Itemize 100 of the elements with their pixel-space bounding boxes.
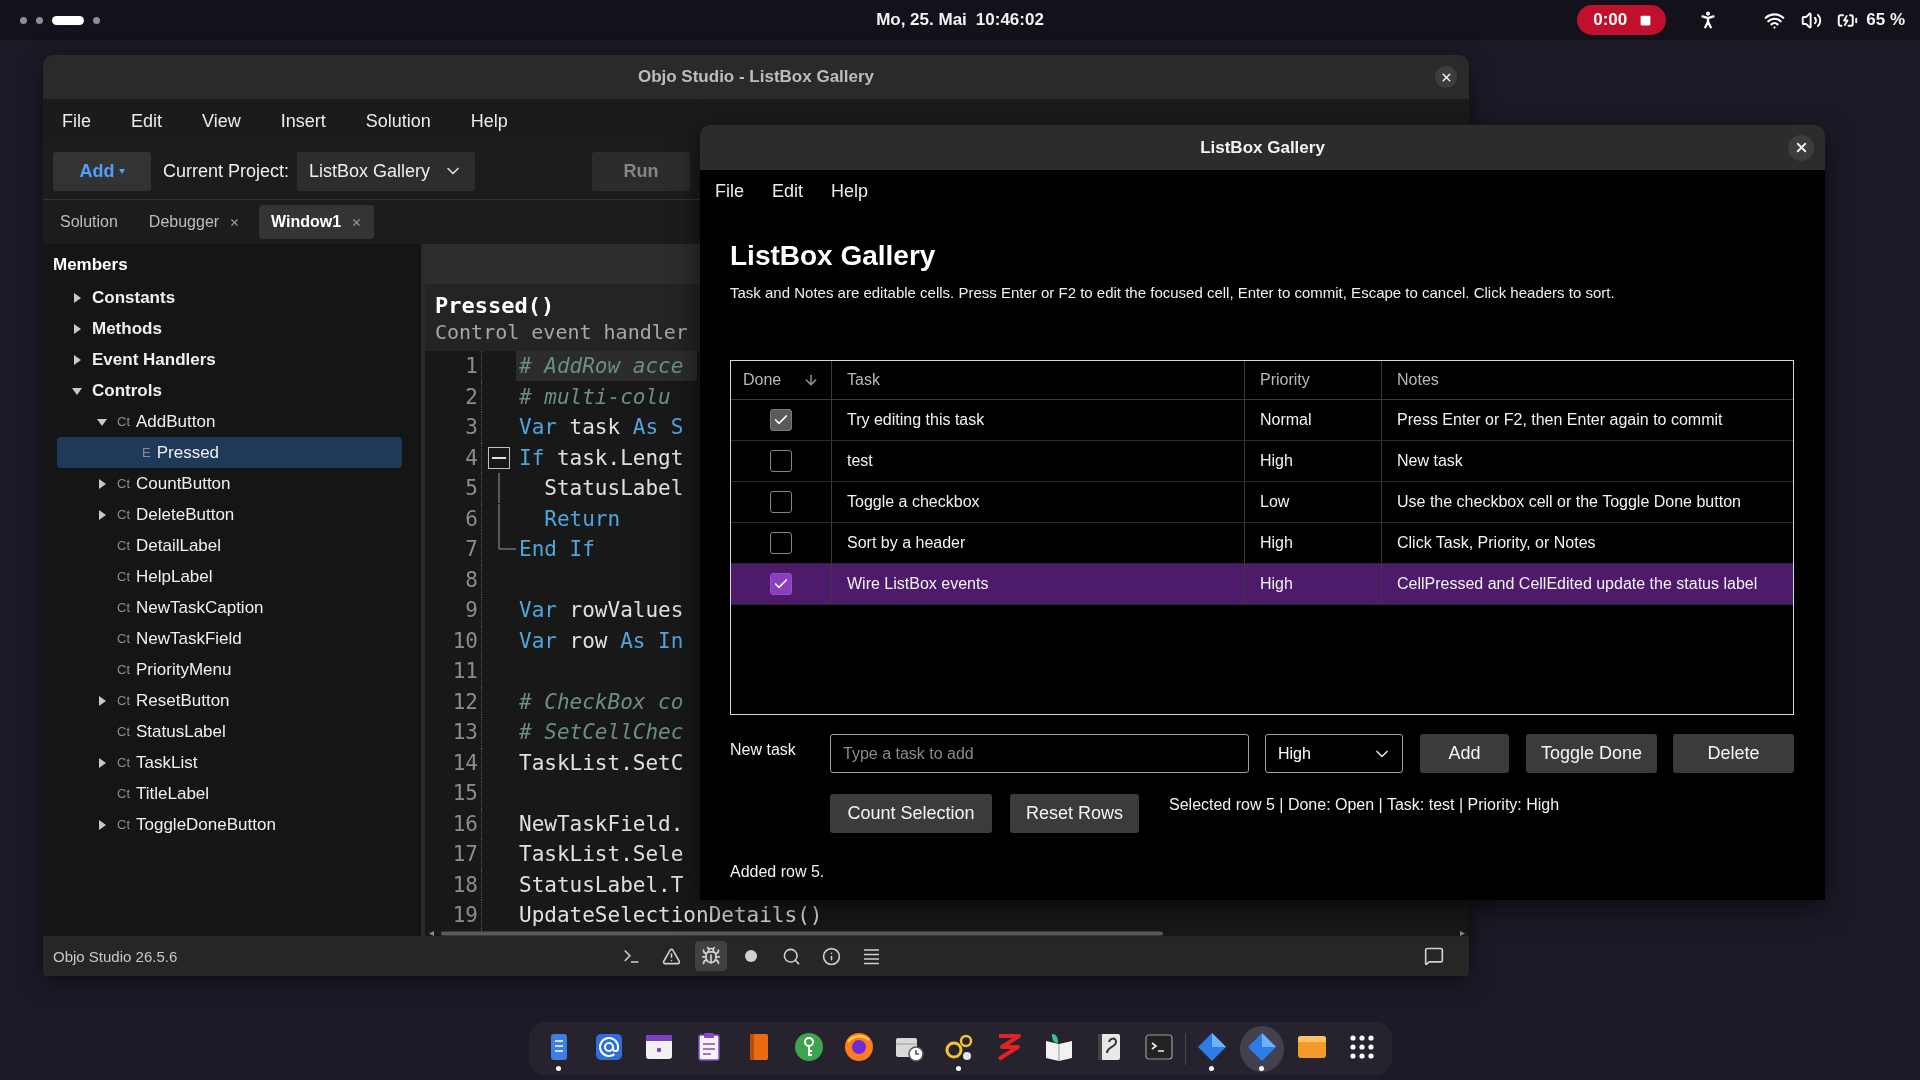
code-line: Var task As S (518, 414, 685, 442)
column-header[interactable]: Notes (1381, 361, 1793, 399)
tree-item-label: NewTaskCaption (136, 597, 264, 618)
close-icon[interactable] (351, 216, 363, 228)
close-icon[interactable] (229, 216, 241, 228)
tree-row[interactable]: Methods (57, 313, 402, 344)
code-line: UpdateSelectionDetails() (518, 902, 823, 930)
menu-item[interactable]: View (202, 110, 241, 132)
tree-row[interactable]: Ct ResetButton (57, 685, 402, 716)
editor-tab[interactable]: Solution (48, 205, 130, 239)
tree-row[interactable]: Ct CountButton (57, 468, 402, 499)
tree-row[interactable]: Ct NewTaskCaption (57, 592, 402, 623)
checkbox[interactable] (770, 573, 792, 595)
tree-row[interactable]: Controls (57, 375, 402, 406)
checkbox[interactable] (770, 491, 792, 513)
tree-item-label: TaskList (136, 752, 198, 773)
column-header[interactable]: Task (831, 361, 1244, 399)
page-heading: ListBox Gallery (730, 239, 937, 273)
caret-right-icon[interactable] (97, 819, 107, 830)
table-cell: Wire ListBox events (831, 564, 1244, 604)
caret-down-icon[interactable] (97, 416, 107, 427)
tree-row[interactable]: Ct StatusLabel (57, 716, 402, 747)
debugger-button[interactable] (695, 941, 727, 971)
status-text: Added row 5. (730, 862, 826, 882)
caret-right-icon[interactable] (72, 292, 82, 303)
caret-right-icon[interactable] (72, 354, 82, 365)
info-icon (821, 946, 841, 966)
recording-indicator[interactable]: 0:00 (1577, 5, 1667, 35)
workspace-indicator[interactable] (36, 16, 43, 24)
caret-right-icon[interactable] (97, 757, 107, 768)
time-text: 10:46:02 (975, 10, 1044, 30)
battery-percent: 65 % (1866, 10, 1905, 30)
editor-tab[interactable]: Window1 (259, 205, 375, 239)
fold-minus-icon[interactable] (488, 446, 510, 469)
action-button[interactable]: Reset Rows (1010, 794, 1139, 833)
new-task-input[interactable]: Type a task to add (830, 734, 1249, 773)
version-text: Objo Studio 26.5.6 (53, 947, 179, 965)
tree-item-label: Controls (92, 380, 162, 401)
table-cell: Sort by a header (831, 523, 1244, 563)
tree-row[interactable]: Ct AddButton (57, 406, 402, 437)
tree-row[interactable]: Ct PriorityMenu (57, 654, 402, 685)
checkbox[interactable] (770, 409, 792, 431)
menu-item[interactable]: File (715, 180, 744, 202)
tree-item-label: Event Handlers (92, 349, 216, 370)
caret-right-icon[interactable] (97, 695, 107, 706)
dock-app-button[interactable] (1239, 1025, 1284, 1072)
close-button[interactable] (1435, 66, 1457, 88)
caret-right-icon[interactable] (97, 509, 107, 520)
tree-row[interactable]: Constants (57, 282, 402, 313)
tree-row[interactable]: E Pressed (57, 437, 402, 468)
member-type-label: Ct (117, 755, 130, 770)
table-row[interactable]: Toggle a checkbox Low Use the checkbox cell or the Toggle Done button (731, 482, 1793, 523)
menu-item[interactable]: Help (470, 110, 508, 132)
menu-item[interactable]: Solution (365, 110, 431, 132)
action-button[interactable]: Count Selection (830, 794, 992, 833)
code-line: If task.Lengt (518, 444, 685, 472)
menu-item[interactable]: File (62, 110, 91, 132)
tree-row[interactable]: Ct ToggleDoneButton (57, 809, 402, 840)
column-header[interactable]: Done (731, 361, 831, 399)
tree-row[interactable]: Ct DetailLabel (57, 530, 402, 561)
tree-item-label: NewTaskField (136, 628, 242, 649)
workspace-indicator[interactable] (93, 16, 100, 24)
tree-row[interactable]: Ct TitleLabel (57, 778, 402, 809)
menu-item[interactable]: Insert (280, 110, 326, 132)
search-icon (781, 946, 801, 966)
priority-dropdown[interactable]: High (1265, 734, 1403, 773)
close-button[interactable] (1788, 134, 1814, 161)
workspace-indicator[interactable] (20, 16, 27, 24)
sort-arrow-icon[interactable] (803, 372, 819, 388)
caret-right-icon[interactable] (97, 478, 107, 489)
checkbox[interactable] (770, 450, 792, 472)
action-button[interactable]: Toggle Done (1526, 734, 1657, 773)
action-button[interactable]: Add (1420, 734, 1509, 773)
add-button[interactable]: Add (53, 151, 151, 191)
caret-down-icon[interactable] (72, 385, 82, 396)
tree-row[interactable]: Ct NewTaskField (57, 623, 402, 654)
checkbox[interactable] (770, 532, 792, 554)
tree-item-label: Constants (92, 287, 176, 308)
tree-row[interactable]: Ct HelpLabel (57, 561, 402, 592)
menu-item[interactable]: Edit (131, 110, 163, 132)
caret-right-icon[interactable] (72, 323, 82, 334)
menu-item[interactable]: Edit (772, 180, 804, 202)
member-type-label: Ct (117, 538, 130, 553)
table-row[interactable]: Wire ListBox events High CellPressed and CellEdited update the status label (731, 564, 1793, 605)
tree-row[interactable]: Ct DeleteButton (57, 499, 402, 530)
column-header[interactable]: Priority (1244, 361, 1381, 399)
tree-row[interactable]: Ct TaskList (57, 747, 402, 778)
tree-row[interactable]: Event Handlers (57, 344, 402, 375)
member-type-label: Ct (117, 476, 130, 491)
bug-icon (701, 946, 721, 966)
workspace-indicator[interactable] (52, 15, 84, 25)
tree-item-label: Methods (92, 318, 162, 339)
at-sign-icon (593, 1031, 624, 1062)
action-button[interactable]: Delete (1673, 734, 1794, 773)
editor-tab[interactable]: Debugger (136, 205, 253, 239)
menu-item[interactable]: Help (831, 180, 869, 202)
project-dropdown[interactable]: ListBox Gallery (297, 151, 476, 191)
table-row[interactable]: test High New task (731, 441, 1793, 482)
line-number: 14 (451, 750, 478, 775)
table-row[interactable]: Try editing this task Normal Press Enter or F2, then Enter again to commit (731, 400, 1793, 441)
